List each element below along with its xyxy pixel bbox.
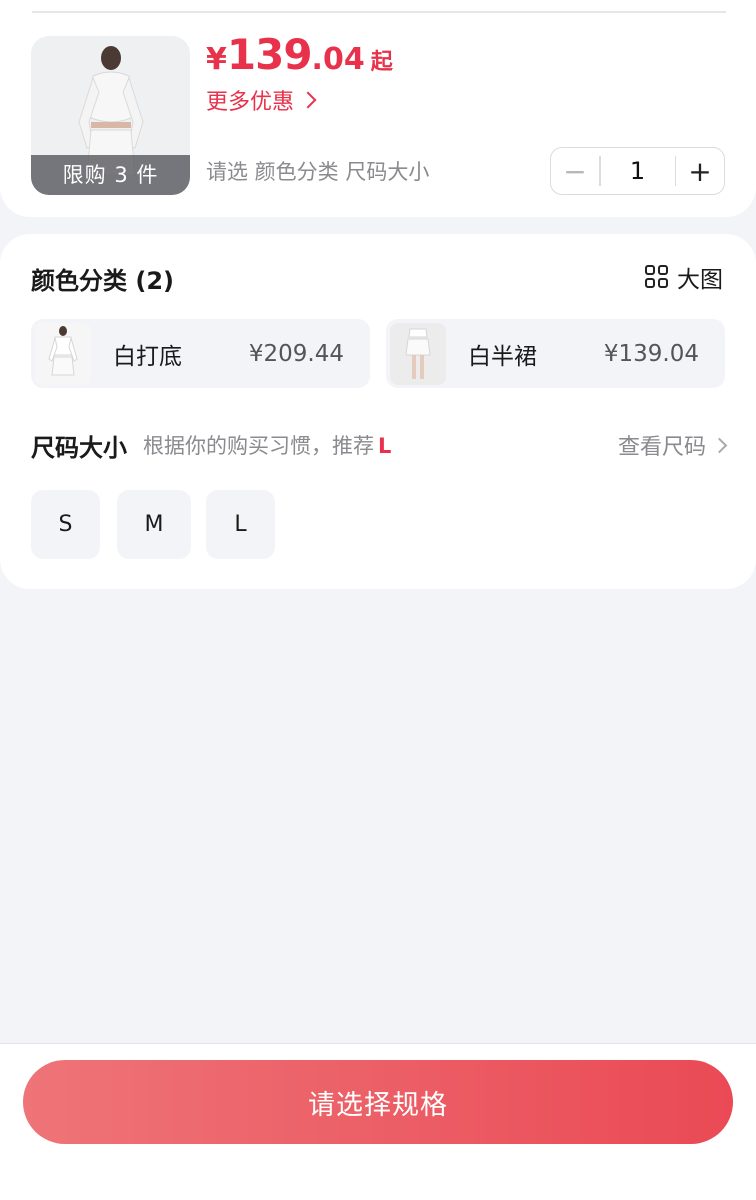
color-option-price: ¥209.44 [248,340,344,367]
size-section-title: 尺码大小 [31,433,127,462]
decrease-quantity-button[interactable]: − [551,148,599,194]
spec-selection-card: 颜色分类 (2) 大图 白打底 ¥209.44 白半裙 ¥139.04 尺码大小… [0,234,756,589]
bottom-action-bar: 请选择规格 [0,1043,756,1200]
color-options: 白打底 ¥209.44 白半裙 ¥139.04 [31,319,725,388]
size-option[interactable]: M [117,490,191,559]
size-option[interactable]: L [206,490,275,559]
selection-hint: 请选 颜色分类 尺码大小 [206,160,430,184]
quantity-stepper: − 1 + [550,147,725,195]
purchase-limit-badge: 限购 3 件 [31,155,190,195]
size-section-header: 尺码大小 根据你的购买习惯，推荐 L 查看尺码 [31,429,728,462]
color-option-name: 白半裙 [468,343,537,370]
color-option-name: 白打底 [113,343,182,370]
price-decimal: .04 [311,42,365,77]
size-recommendation-text: 根据你的购买习惯，推荐 [143,434,374,458]
grid-icon [645,265,669,289]
price-integer: 139 [226,30,313,79]
color-option[interactable]: 白打底 ¥209.44 [31,319,370,388]
price-suffix: 起 [370,50,393,75]
quantity-value[interactable]: 1 [601,157,675,185]
more-deals-link[interactable]: 更多优惠 [206,85,317,115]
divider [32,11,726,13]
product-thumbnail[interactable]: 限购 3 件 [31,36,190,195]
select-spec-button[interactable]: 请选择规格 [23,1060,733,1144]
color-swatch-image [35,322,91,385]
big-view-toggle[interactable]: 大图 [645,260,723,294]
price-currency: ¥ [206,42,227,77]
increase-quantity-button[interactable]: + [676,148,724,194]
size-recommendation-value: L [378,434,392,458]
big-view-label: 大图 [677,267,723,293]
color-section-title: 颜色分类 (2) [31,267,174,295]
color-swatch-image [390,322,446,385]
size-chart-label: 查看尺码 [617,435,706,460]
price: ¥139.04 起 [206,30,393,80]
size-option[interactable]: S [31,490,100,559]
more-deals-label: 更多优惠 [206,90,295,115]
chevron-right-icon [711,437,728,453]
size-chart-link[interactable]: 查看尺码 [617,429,728,461]
color-option[interactable]: 白半裙 ¥139.04 [386,319,725,388]
size-recommendation: 根据你的购买习惯，推荐 L [143,430,391,460]
chevron-right-icon [299,91,317,109]
product-summary-card: 限购 3 件 ¥139.04 起 更多优惠 请选 颜色分类 尺码大小 − 1 + [0,0,756,217]
color-option-price: ¥139.04 [603,340,699,367]
